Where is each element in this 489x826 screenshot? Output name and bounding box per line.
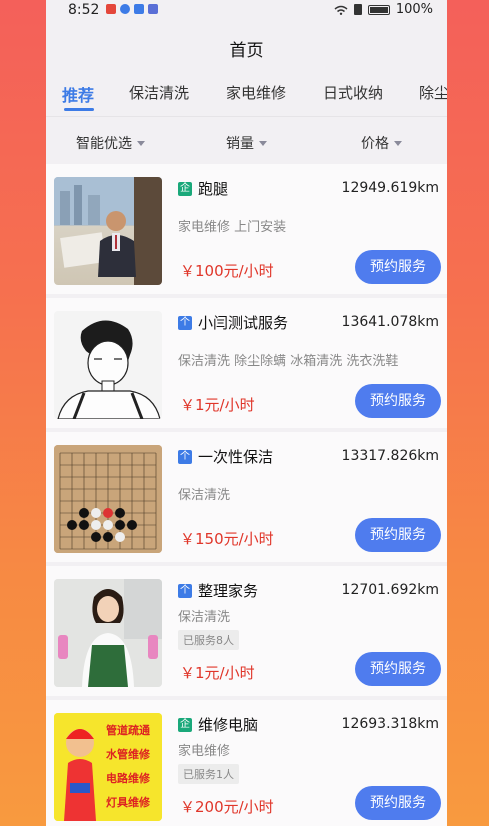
sort-sales-label: 销量 (226, 136, 254, 152)
personal-badge-icon: 个 (178, 449, 192, 464)
company-badge-icon: 企 (178, 181, 192, 196)
tab-japanese-storage[interactable]: 日式收纳 (323, 82, 383, 103)
service-distance: 13317.826km (341, 448, 439, 464)
book-service-button[interactable]: 预约服务 (355, 384, 441, 418)
sort-price-label: 价格 (361, 136, 389, 152)
service-name: 小闫测试服务 (198, 314, 289, 332)
wifi-icon (334, 5, 348, 15)
sort-smart[interactable]: 智能优选 (76, 133, 145, 153)
status-bar: 8:52 100% (46, 0, 447, 22)
caret-down-icon (259, 140, 267, 146)
service-name: 一次性保洁 (198, 448, 274, 466)
service-name: 跑腿 (198, 180, 229, 198)
caret-down-icon (394, 140, 402, 146)
book-service-button[interactable]: 预约服务 (355, 786, 441, 820)
poster-line: 电路维修 (106, 773, 150, 785)
book-service-button[interactable]: 预约服务 (355, 518, 441, 552)
service-tags: 保洁清洗 (178, 610, 231, 625)
service-name-row: 个 一次性保洁 (178, 446, 273, 467)
service-name: 整理家务 (198, 582, 259, 600)
poster-line: 管道疏通 (106, 725, 150, 737)
status-time: 8:52 (68, 2, 100, 18)
battery-icon (367, 4, 390, 15)
service-card[interactable]: 企 跑腿 12949.619km 家电维修 上门安装 ￥100元/小时 预约服务 (46, 164, 447, 294)
service-name: 维修电脑 (198, 716, 259, 734)
service-price: ￥100元/小时 (180, 262, 274, 280)
service-price: ￥1元/小时 (180, 396, 255, 414)
service-image (54, 177, 162, 285)
service-card[interactable]: 个 一次性保洁 13317.826km 保洁清洗 ￥150元/小时 预约服务 (46, 432, 447, 562)
service-image: 管道疏通 水管维修 电路维修 灯具维修 (54, 713, 162, 821)
notification-icon (134, 4, 144, 14)
notification-icon (120, 4, 130, 14)
service-image (54, 311, 162, 419)
sort-price[interactable]: 价格 (361, 133, 402, 153)
service-name-row: 企 跑腿 (178, 178, 228, 199)
service-tags: 保洁清洗 除尘除螨 冰箱清洗 洗衣洗鞋 (178, 354, 399, 369)
page-title: 首页 (229, 41, 264, 61)
tab-indicator (64, 108, 94, 111)
sort-sales[interactable]: 销量 (226, 133, 267, 153)
service-price: ￥200元/小时 (180, 798, 274, 816)
service-image (54, 579, 162, 687)
status-right: 100% (334, 2, 433, 17)
service-name-row: 个 小闫测试服务 (178, 312, 288, 333)
book-service-button[interactable]: 预约服务 (355, 250, 441, 284)
personal-badge-icon: 个 (178, 583, 192, 598)
served-count-badge: 已服务1人 (178, 764, 239, 784)
sim-icon (353, 4, 362, 15)
service-tags: 家电维修 (178, 744, 231, 759)
phone-screen: 8:52 100% 首页 推荐 保洁清洗 家电维修 日式收纳 除尘 智能优选 销… (46, 0, 447, 826)
tab-appliance-repair[interactable]: 家电维修 (226, 82, 286, 103)
caret-down-icon (137, 140, 145, 146)
poster-line: 水管维修 (106, 749, 150, 761)
sort-smart-label: 智能优选 (76, 136, 132, 152)
tab-dust-removal[interactable]: 除尘 (419, 82, 447, 103)
service-card[interactable]: 个 小闫测试服务 13641.078km 保洁清洗 除尘除螨 冰箱清洗 洗衣洗鞋… (46, 298, 447, 428)
tab-cleaning[interactable]: 保洁清洗 (129, 82, 189, 103)
company-badge-icon: 企 (178, 717, 192, 732)
service-card[interactable]: 管道疏通 水管维修 电路维修 灯具维修 企 维修电脑 12693.318km 家… (46, 700, 447, 826)
tab-recommend[interactable]: 推荐 (62, 82, 94, 106)
service-distance: 12701.692km (341, 582, 439, 598)
service-distance: 12949.619km (341, 180, 439, 196)
personal-badge-icon: 个 (178, 315, 192, 330)
service-card[interactable]: 个 整理家务 12701.692km 保洁清洗 已服务8人 ￥1元/小时 预约服… (46, 566, 447, 696)
battery-level: 100% (395, 2, 433, 17)
poster-line: 灯具维修 (106, 797, 150, 809)
poster-text: 管道疏通 水管维修 电路维修 灯具维修 (106, 719, 160, 815)
service-distance: 13641.078km (341, 314, 439, 330)
service-image (54, 445, 162, 553)
service-distance: 12693.318km (341, 716, 439, 732)
sort-bar: 智能优选 销量 价格 (46, 116, 447, 163)
category-tabs: 推荐 保洁清洗 家电维修 日式收纳 除尘 (46, 80, 447, 110)
service-name-row: 个 整理家务 (178, 580, 258, 601)
service-price: ￥150元/小时 (180, 530, 274, 548)
service-tags: 家电维修 上门安装 (178, 220, 287, 235)
service-tags: 保洁清洗 (178, 488, 231, 503)
book-service-button[interactable]: 预约服务 (355, 652, 441, 686)
service-price: ￥1元/小时 (180, 664, 255, 682)
notification-icon (148, 4, 158, 14)
service-name-row: 企 维修电脑 (178, 714, 258, 735)
notification-icon (106, 4, 116, 14)
served-count-badge: 已服务8人 (178, 630, 239, 650)
